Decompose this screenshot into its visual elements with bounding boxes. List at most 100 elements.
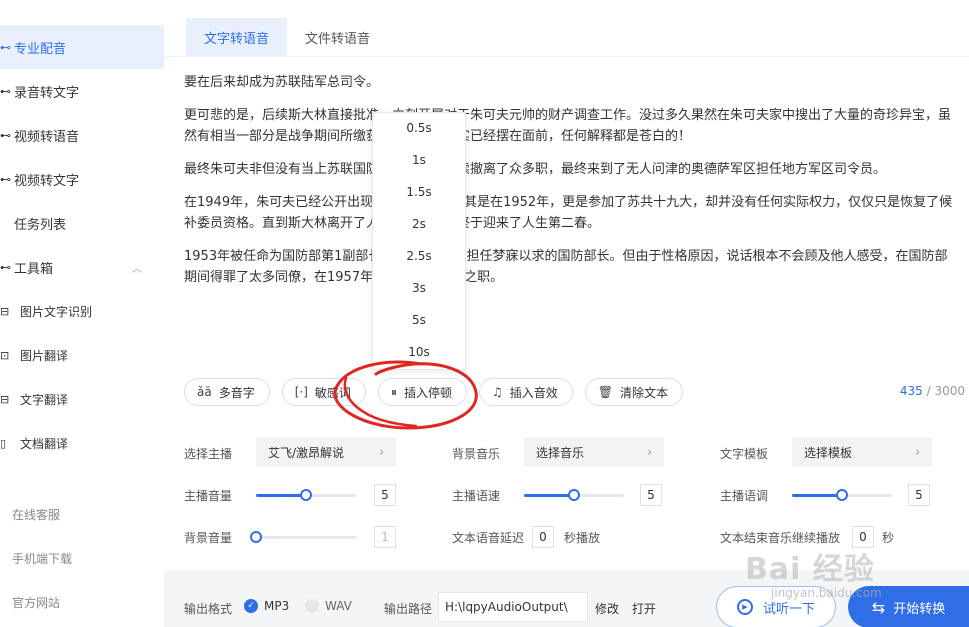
- pause-option[interactable]: 1.5s: [373, 185, 465, 199]
- anchor-speed-label: 主播语速: [452, 489, 501, 503]
- image-icon: ⊡: [0, 348, 10, 362]
- sensitive-word-button[interactable]: [·] 敏感词: [281, 378, 366, 406]
- anchor-speed-input[interactable]: 5: [640, 484, 662, 506]
- anchor-volume-label: 主播音量: [184, 489, 233, 503]
- format-wav-radio[interactable]: WAV: [305, 599, 352, 613]
- official-site-link[interactable]: 官方网站: [12, 594, 60, 611]
- delay-label: 文本语音延迟: [452, 531, 525, 545]
- slider-handle[interactable]: [568, 489, 580, 501]
- output-path-input[interactable]: H:\lqpyAudioOutput\: [438, 592, 588, 622]
- slider-handle[interactable]: [250, 531, 262, 543]
- pause-option[interactable]: 2.5s: [373, 249, 465, 263]
- sidebar-item-audio-to-text[interactable]: ⊷ 录音转文字: [0, 69, 164, 113]
- music-icon: ♫: [491, 385, 503, 399]
- bg-volume-input[interactable]: 1: [374, 526, 396, 548]
- tab-bar: 文字转语音 文件转语音: [186, 18, 388, 56]
- output-path-label: 输出路径: [384, 602, 433, 616]
- bg-volume-label: 背景音量: [184, 531, 233, 545]
- microphone-icon: ⊷: [0, 40, 11, 54]
- delay-unit: 秒播放: [564, 531, 601, 545]
- insert-sound-button[interactable]: ♫ 插入音效: [478, 378, 573, 406]
- text-paragraph: 要在后来却成为苏联陆军总司令。: [184, 75, 380, 90]
- char-counter: 435 / 3000: [900, 384, 965, 398]
- pause-option[interactable]: 5s: [373, 313, 465, 327]
- tail-music-input[interactable]: 0: [852, 526, 874, 548]
- insert-pause-button[interactable]: ⏸ 插入停顿: [377, 378, 467, 406]
- slider-handle[interactable]: [836, 489, 848, 501]
- anchor-pitch-slider[interactable]: [792, 489, 892, 501]
- anchor-volume-input[interactable]: 5: [374, 484, 396, 506]
- anchor-select[interactable]: 艾飞/激昂解说 ›: [256, 437, 396, 467]
- check-icon: ✓: [244, 599, 258, 613]
- bg-volume-slider[interactable]: [250, 531, 356, 543]
- text-editor[interactable]: 要在后来却成为苏联陆军总司令。 更可悲的是，后续斯大林直接批准，立刻开展对于朱可…: [184, 72, 956, 300]
- anchor-pitch-label: 主播语调: [720, 489, 769, 503]
- radio-empty-icon: [305, 599, 319, 613]
- text-paragraph: 在1949年，朱可夫已经公开出现在了报纸上。尤其是在1952年，更是参加了苏共十…: [184, 195, 953, 231]
- swap-icon: ⇆: [871, 597, 886, 617]
- pause-option[interactable]: 2s: [373, 217, 465, 231]
- char-count-separator: /: [922, 384, 935, 398]
- sidebar-item-doc-translate[interactable]: ▯ 文档翻译: [0, 421, 164, 465]
- sidebar: ⊷ 专业配音 ⊷ 录音转文字 ⊷ 视频转语音 ⊷ 视频转文字 任务列表 ⊷ 工具…: [0, 0, 164, 627]
- sidebar-item-image-translate[interactable]: ⊡ 图片翻译: [0, 333, 164, 377]
- app-window: ⊷ 专业配音 ⊷ 录音转文字 ⊷ 视频转语音 ⊷ 视频转文字 任务列表 ⊷ 工具…: [0, 0, 969, 627]
- trash-icon: 🗑: [597, 385, 613, 399]
- text-paragraph: 更可悲的是，后续斯大林直接批准，立刻开展对于朱可夫元帅的财产调查工作。没过多久果…: [184, 108, 952, 144]
- modify-path-button[interactable]: 修改: [595, 600, 619, 617]
- chevron-right-icon: ›: [379, 445, 384, 459]
- clear-text-button[interactable]: 🗑 清除文本: [584, 378, 683, 406]
- pause-icon: ⏸: [390, 384, 397, 399]
- image-text-icon: ⊟: [0, 304, 10, 318]
- mobile-download-link[interactable]: 手机端下载: [12, 550, 72, 567]
- sidebar-item-text-translate[interactable]: ⊟ 文字翻译: [0, 377, 164, 421]
- char-count-max: 3000: [934, 384, 965, 398]
- format-mp3-radio[interactable]: ✓ MP3: [244, 599, 289, 613]
- start-convert-button[interactable]: ⇆ 开始转换: [848, 586, 969, 627]
- tab-file-to-speech[interactable]: 文件转语音: [287, 18, 388, 56]
- sidebar-item-video-to-speech[interactable]: ⊷ 视频转语音: [0, 113, 164, 157]
- chevron-right-icon: ›: [647, 445, 652, 459]
- anchor-volume-slider[interactable]: [256, 489, 356, 501]
- anchor-speed-slider[interactable]: [524, 489, 624, 501]
- chevron-right-icon: ›: [915, 445, 920, 459]
- pause-option[interactable]: 0.5s: [373, 121, 465, 135]
- template-select[interactable]: 选择模板 ›: [792, 437, 932, 467]
- preview-listen-button[interactable]: ▶ 试听一下: [716, 586, 836, 627]
- pause-option[interactable]: 10s: [373, 345, 465, 359]
- tail-music-label: 文本结束音乐继续播放: [720, 531, 841, 545]
- chevron-up-icon: ︿: [132, 263, 142, 275]
- pause-option[interactable]: 1s: [373, 153, 465, 167]
- open-path-button[interactable]: 打开: [632, 600, 656, 617]
- sidebar-item-video-to-text[interactable]: ⊷ 视频转文字: [0, 157, 164, 201]
- online-service-link[interactable]: 在线客服: [12, 506, 60, 523]
- char-count-current: 435: [899, 384, 923, 398]
- slider-handle[interactable]: [300, 489, 312, 501]
- translate-icon: ⊟: [0, 392, 10, 406]
- document-icon: ▯: [0, 436, 7, 450]
- sidebar-item-pro-dubbing[interactable]: ⊷ 专业配音: [0, 25, 164, 69]
- tab-divider: [164, 56, 969, 57]
- video-icon: ⊷: [0, 128, 11, 142]
- play-icon: ▶: [736, 599, 753, 615]
- delay-input[interactable]: 0: [532, 526, 554, 548]
- text-paragraph: 最终朱可夫非但没有当上苏联国防部长，还被陆续撤离了众多职，最终来到了无人问津的奥…: [184, 162, 887, 177]
- sidebar-item-task-list[interactable]: 任务列表: [0, 201, 164, 245]
- anchor-label: 选择主播: [184, 447, 233, 461]
- pause-duration-dropdown: 0.5s 1s 1.5s 2s 2.5s 3s 5s 10s: [372, 112, 466, 370]
- sidebar-item-toolbox[interactable]: ⊷ 工具箱 ︿: [0, 245, 164, 289]
- output-format-label: 输出格式: [184, 602, 233, 616]
- pause-option[interactable]: 3s: [373, 281, 465, 295]
- tail-music-unit: 秒: [882, 531, 895, 545]
- anchor-pitch-input[interactable]: 5: [908, 484, 930, 506]
- polyphone-icon: ǎā: [197, 385, 212, 399]
- template-label: 文字模板: [720, 447, 769, 461]
- tab-text-to-speech[interactable]: 文字转语音: [186, 18, 288, 56]
- bgm-select[interactable]: 选择音乐 ›: [524, 437, 664, 467]
- sidebar-item-image-ocr[interactable]: ⊟ 图片文字识别: [0, 289, 164, 333]
- polyphone-button[interactable]: ǎā 多音字: [184, 378, 270, 406]
- text-paragraph: 1953年被任命为国防部第1副部长，1955年终于担任梦寐以求的国防部长。但由于…: [184, 249, 948, 285]
- scan-icon: [·]: [294, 385, 308, 399]
- video-text-icon: ⊷: [0, 172, 11, 186]
- editor-toolbar: ǎā 多音字 [·] 敏感词 ⏸ 插入停顿 ♫ 插入音效 🗑 清除文本: [184, 378, 683, 406]
